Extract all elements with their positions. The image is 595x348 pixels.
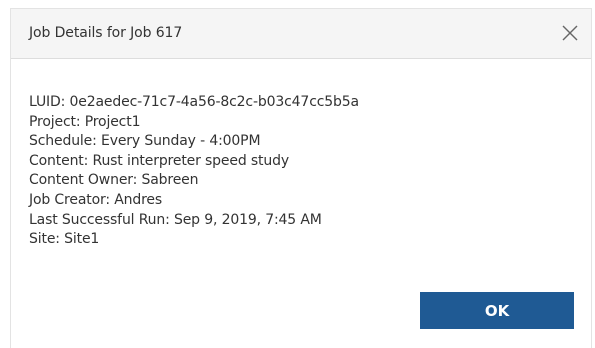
close-icon xyxy=(562,25,578,41)
detail-last-successful-run: Last Successful Run: Sep 9, 2019, 7:45 A… xyxy=(29,211,322,228)
detail-job-creator: Job Creator: Andres xyxy=(29,191,163,208)
job-details-list: LUID: 0e2aedec-71c7-4a56-8c2c-b03c47cc5b… xyxy=(29,93,359,250)
job-details-dialog: Job Details for Job 617 LUID: 0e2aedec-7… xyxy=(10,8,592,348)
dialog-title: Job Details for Job 617 xyxy=(29,25,183,41)
detail-project: Project: Project1 xyxy=(29,113,141,130)
detail-content-owner: Content Owner: Sabreen xyxy=(29,172,199,189)
detail-schedule: Schedule: Every Sunday - 4:00PM xyxy=(29,133,261,150)
ok-button[interactable]: OK xyxy=(420,292,574,329)
detail-content: Content: Rust interpreter speed study xyxy=(29,152,289,169)
detail-luid: LUID: 0e2aedec-71c7-4a56-8c2c-b03c47cc5b… xyxy=(29,94,359,110)
close-button[interactable] xyxy=(559,22,581,44)
detail-site: Site: Site1 xyxy=(29,231,100,248)
dialog-header: Job Details for Job 617 xyxy=(11,9,591,59)
